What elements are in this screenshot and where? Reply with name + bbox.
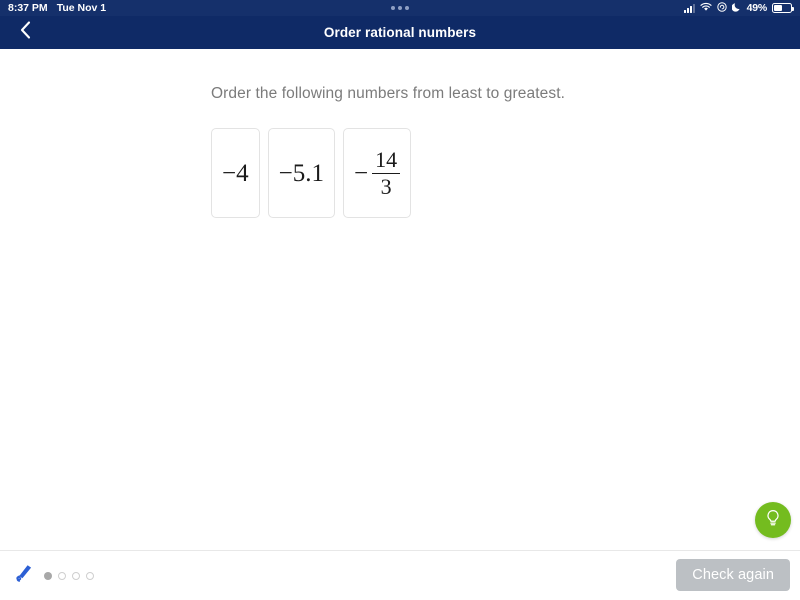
card-value-label: −5.1 [278, 159, 324, 187]
orientation-lock-icon [716, 1, 727, 15]
progress-dot-1[interactable] [44, 571, 52, 580]
fraction: 14 3 [372, 146, 401, 199]
footer-bar: Check again [0, 550, 800, 600]
multitask-dots-icon [391, 6, 409, 10]
wifi-icon [699, 2, 712, 15]
progress-dots [44, 551, 94, 600]
exercise-content: Order the following numbers from least t… [0, 49, 800, 551]
lightbulb-icon [763, 508, 783, 533]
draggable-card-row: −4 −5.1 − 14 3 [211, 128, 412, 218]
status-bar-left: 8:37 PM Tue Nov 1 [8, 2, 106, 14]
fraction-numerator: 14 [375, 146, 398, 172]
value-card-negative-5-1[interactable]: −5.1 [267, 128, 335, 218]
exercise-prompt: Order the following numbers from least t… [211, 85, 566, 102]
progress-dot-2[interactable] [58, 571, 66, 580]
fraction-denominator: 3 [380, 173, 392, 199]
status-bar: 8:37 PM Tue Nov 1 49% [0, 0, 800, 16]
card-value-label: −4 [222, 159, 249, 187]
cellular-signal-icon [683, 3, 695, 13]
scribble-tool-button[interactable] [10, 561, 38, 589]
do-not-disturb-moon-icon [731, 2, 742, 15]
progress-dot-4[interactable] [86, 571, 94, 580]
battery-icon [772, 3, 794, 13]
scribble-pen-icon [12, 561, 36, 590]
check-again-button[interactable]: Check again [676, 559, 790, 591]
hint-button[interactable] [755, 502, 791, 538]
nav-bar: Order rational numbers [0, 16, 800, 49]
fraction-minus-sign: − [353, 159, 369, 187]
status-bar-right: 49% [683, 0, 794, 16]
status-bar-time: 8:37 PM [8, 2, 48, 14]
battery-percent-label: 49% [746, 2, 768, 14]
card-fraction-value: − 14 3 [353, 146, 401, 199]
app-root: 8:37 PM Tue Nov 1 49% Order rational num… [0, 0, 800, 600]
progress-dot-3[interactable] [72, 571, 80, 580]
value-card-negative-14-over-3[interactable]: − 14 3 [342, 128, 412, 218]
page-title: Order rational numbers [323, 25, 477, 40]
status-bar-center [0, 6, 800, 10]
value-card-negative-4[interactable]: −4 [211, 128, 260, 218]
status-bar-date: Tue Nov 1 [56, 2, 107, 14]
